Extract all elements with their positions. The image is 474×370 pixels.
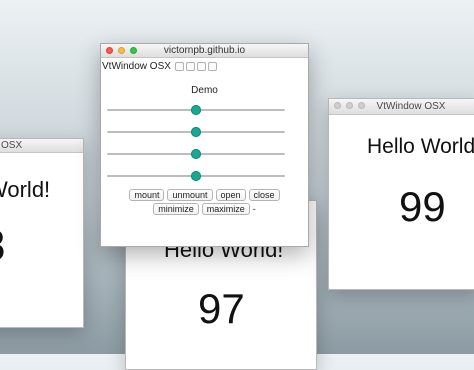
slider-thumb[interactable] (191, 105, 201, 115)
toolbar-box-2[interactable] (185, 61, 195, 71)
slider-2[interactable] (107, 127, 285, 137)
mount-button[interactable]: mount (129, 189, 165, 201)
button-row-2: minimize maximize - (101, 203, 308, 215)
window-title: victornpb.github.io (163, 45, 246, 56)
counter-value: 8 (0, 221, 5, 271)
hello-window-left[interactable]: OSX World! 8 (0, 138, 84, 328)
unmount-button[interactable]: unmount (167, 189, 213, 201)
window-titlebar[interactable]: OSX (0, 139, 83, 153)
row-suffix: - (252, 204, 256, 214)
open-button[interactable]: open (215, 189, 246, 201)
hello-window-right[interactable]: VtWindow OSX Hello World! 99 (328, 98, 474, 290)
close-icon[interactable] (334, 102, 341, 109)
counter-value: 97 (198, 285, 245, 332)
demo-heading: Demo (191, 85, 218, 96)
window-titlebar[interactable]: VtWindow OSX (329, 99, 474, 115)
slider-thumb[interactable] (191, 127, 201, 137)
window-title: OSX (1, 140, 23, 151)
slider-thumb[interactable] (191, 149, 201, 159)
close-button[interactable]: close (248, 189, 280, 201)
header-label: VtWindow OSX (102, 60, 171, 72)
minimize-button[interactable]: minimize (153, 203, 199, 215)
counter-value: 99 (399, 183, 446, 230)
window-titlebar[interactable]: victornpb.github.io (101, 44, 308, 58)
button-row-1: mount unmount open close (101, 189, 308, 201)
toolbar-box-1[interactable] (174, 61, 184, 71)
hello-text: Hello World! (367, 135, 474, 158)
slider-3[interactable] (107, 149, 285, 159)
maximize-button[interactable]: maximize (201, 203, 250, 215)
slider-thumb[interactable] (191, 171, 201, 181)
hello-text: World! (0, 177, 51, 202)
slider-1[interactable] (107, 105, 285, 115)
window-title: VtWindow OSX (376, 101, 446, 112)
header-toolbar: VtWindow OSX (101, 59, 217, 73)
slider-4[interactable] (107, 171, 285, 181)
toolbar-box-3[interactable] (196, 61, 206, 71)
demo-window[interactable]: victornpb.github.io VtWindow OSX Demo mo… (100, 43, 309, 247)
toolbar-box-4[interactable] (207, 61, 217, 71)
